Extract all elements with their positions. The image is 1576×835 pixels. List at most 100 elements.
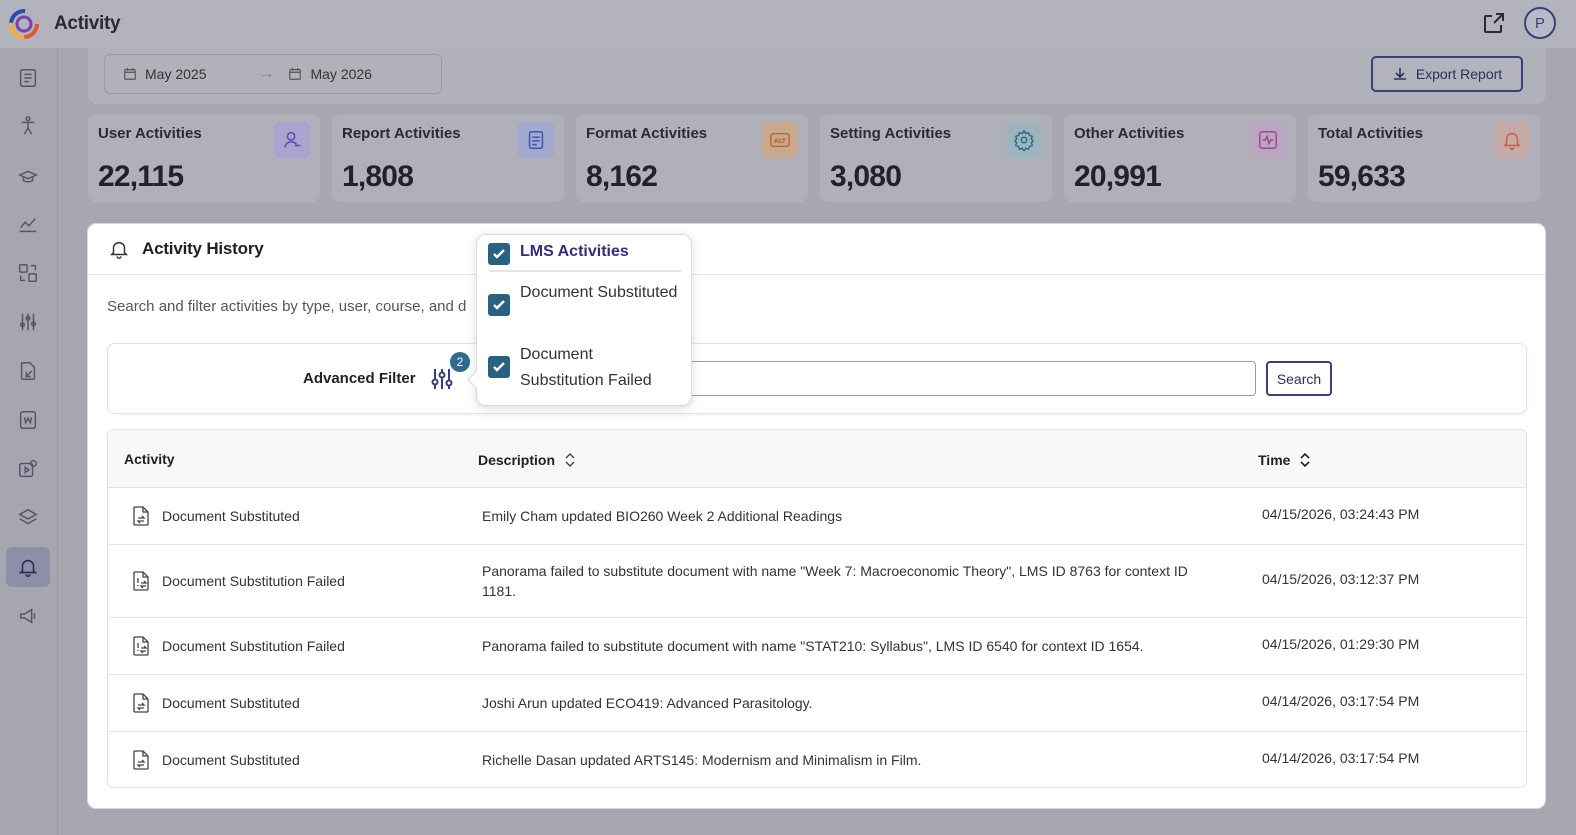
avatar[interactable]: P [1524,7,1556,39]
stat-value: 3,080 [830,160,902,193]
document-swap-icon [133,693,149,713]
search-input[interactable] [668,361,1256,396]
checkbox-document-substitution-failed[interactable] [488,356,510,378]
sidebar-item-layers[interactable] [6,498,50,538]
description-cell: Emily Cham updated BIO260 Week 2 Additio… [482,508,843,524]
calendar-icon [124,67,136,80]
sidebar-item-conversion[interactable] [6,253,50,293]
stat-card-setting: Setting Activities 3,080 [820,114,1052,202]
date-range-picker[interactable]: May 2025 → May 2026 [104,54,442,94]
table-row[interactable]: Document Substituted Richelle Dasan upda… [108,732,1526,787]
bell-icon [18,559,38,577]
activity-cell: Document Substitution Failed [130,635,345,657]
sidebar-item-training[interactable] [6,155,50,195]
report-icon [518,122,554,158]
export-report-label: Export Report [1415,66,1503,82]
column-label: Activity [124,451,175,467]
megaphone-icon [19,608,36,624]
layers-icon [18,508,38,525]
activity-cell: Document Substituted [130,749,300,771]
filter-sliders-icon[interactable] [428,365,456,393]
video-check-icon [19,460,37,478]
sliders-icon [19,313,37,331]
stat-card-total: Total Activities 59,633 [1308,114,1540,202]
sidebar-item-word[interactable] [6,400,50,440]
date-start[interactable]: May 2025 [145,66,206,82]
accessibility-icon [21,116,35,135]
activity-cell: Document Substitution Failed [130,570,345,592]
chart-icon [19,218,37,233]
column-header-activity: Activity [124,451,175,467]
description-cell: Richelle Dasan updated ARTS145: Modernis… [482,752,922,768]
stat-value: 22,115 [98,160,184,193]
filter-option-label[interactable]: Document Substitution Failed [520,342,680,394]
stat-value: 8,162 [586,160,658,193]
top-bar: Activity P [0,0,1576,48]
sidebar-item-accessibility[interactable] [6,106,50,146]
column-header-description[interactable]: Description [478,451,577,469]
sidebar-item-settings[interactable] [6,302,50,342]
table-row[interactable]: Document Substitution Failed Panorama fa… [108,545,1526,618]
app-logo [9,9,39,39]
stat-card-user: User Activities 22,115 [88,114,320,202]
description-cell: Joshi Arun updated ECO419: Advanced Para… [482,695,813,711]
activity-history-subtitle: Search and filter activities by type, us… [107,298,467,315]
sidebar-item-announcements[interactable] [6,596,50,636]
filter-popup: LMS Activities Document Substituted Docu… [476,234,692,406]
time-cell: 04/15/2026, 03:24:43 PM [1262,506,1420,522]
checkmark-icon [493,300,505,310]
checkmark-icon [493,362,505,372]
document-error-icon [133,636,149,656]
sort-icon[interactable] [1298,451,1312,469]
filter-option-label[interactable]: Document Substituted [520,280,680,306]
table-row[interactable]: Document Substituted Joshi Arun updated … [108,675,1526,732]
sidebar-item-import[interactable] [6,351,50,391]
column-header-time[interactable]: Time [1258,451,1312,469]
stat-card-other: Other Activities 20,991 [1064,114,1296,202]
filter-group-label[interactable]: LMS Activities [520,243,629,261]
table-header: Activity Description Time [108,430,1526,488]
stat-label: User Activities [98,125,202,142]
document-error-icon [133,571,149,591]
activity-cell: Document Substituted [130,505,300,527]
checkbox-lms-activities[interactable] [488,243,510,265]
document-swap-icon [133,506,149,526]
activity-label: Document Substituted [162,508,300,524]
alt-icon: ALT [762,122,798,158]
sidebar-item-activity[interactable] [6,547,50,587]
activity-history-card: Activity History Search and filter activ… [88,224,1545,808]
calendar-icon [289,67,302,80]
document-icon [19,69,37,87]
stat-value: 1,808 [342,160,414,193]
external-link-icon[interactable] [1482,11,1506,35]
download-icon [1393,68,1406,80]
checkmark-icon [493,249,505,259]
stat-label: Other Activities [1074,125,1185,142]
file-import-icon [20,362,36,380]
table-row[interactable]: Document Substituted Emily Cham updated … [108,488,1526,545]
stat-label: Format Activities [586,125,708,142]
export-report-button[interactable]: Export Report [1371,56,1523,92]
stat-label: Total Activities [1318,125,1424,142]
time-cell: 04/14/2026, 03:17:54 PM [1262,750,1420,766]
sidebar-item-analytics[interactable] [6,204,50,244]
svg-text:ALT: ALT [774,137,787,145]
date-end[interactable]: May 2026 [310,66,371,82]
table-row[interactable]: Document Substitution Failed Panorama fa… [108,618,1526,675]
filter-bar: Advanced Filter 2 Search [107,343,1527,414]
time-cell: 04/15/2026, 03:12:37 PM [1262,571,1420,587]
divider [489,270,681,272]
search-button[interactable]: Search [1266,361,1332,396]
sort-icon[interactable] [563,451,577,469]
stat-card-report: Report Activities 1,808 [332,114,564,202]
description-cell: Panorama failed to substitute document w… [482,638,1144,654]
sidebar-item-documents[interactable] [6,58,50,98]
advanced-filter-label: Advanced Filter [303,370,416,387]
sidebar-item-media[interactable] [6,449,50,489]
activity-table: Activity Description Time Document Subst… [107,429,1527,788]
checkbox-document-substituted[interactable] [488,294,510,316]
page-title: Activity [54,13,121,34]
word-doc-icon [19,411,37,429]
activity-label: Document Substitution Failed [162,638,345,654]
bell-icon [109,241,129,259]
